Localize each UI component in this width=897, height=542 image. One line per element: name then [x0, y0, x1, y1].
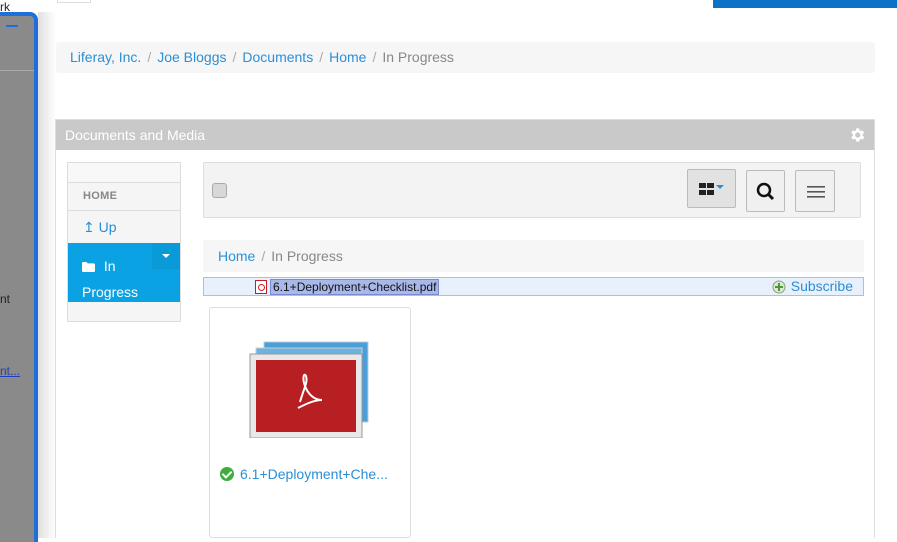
breadcrumb: Liferay, Inc. / Joe Bloggs / Documents / Home /… [56, 42, 875, 73]
nav-item-dropdown[interactable] [152, 243, 180, 269]
subscribe-icon [772, 280, 786, 293]
dragged-file[interactable]: 6.1+Deployment+Checklist.pdf [255, 279, 440, 295]
nav-item-label-line1: In [103, 258, 116, 274]
nav-up-label: Up [98, 219, 117, 235]
file-entry-card[interactable]: 6.1+Deployment+Che... [209, 307, 411, 538]
portlet-titlebar: Documents and Media [56, 120, 874, 150]
nav-item-in-progress[interactable]: In Progress [68, 243, 180, 302]
documents-media-portlet: Documents and Media HOME ↥ Up In Progres… [55, 119, 875, 538]
side-link-fragment[interactable]: nt... [0, 364, 20, 378]
folder-breadcrumb-home[interactable]: Home [218, 248, 255, 264]
display-style-button[interactable] [687, 169, 736, 208]
chevron-down-icon [162, 254, 170, 258]
search-button[interactable] [746, 170, 785, 212]
breadcrumb-current: In Progress [382, 49, 454, 65]
breadcrumb-separator: / [261, 248, 266, 264]
options-menu-button[interactable] [795, 170, 835, 212]
nav-spacer [68, 163, 180, 183]
breadcrumb-separator: / [319, 49, 324, 65]
portlet-title: Documents and Media [65, 127, 206, 143]
panel-drag-handle[interactable] [6, 19, 18, 27]
folder-icon [82, 262, 95, 272]
subscribe-label: Subscribe [790, 278, 853, 294]
menu-icon [807, 186, 825, 198]
search-icon [756, 182, 775, 201]
side-divider [0, 70, 34, 71]
breadcrumb-item-home[interactable]: Home [329, 49, 366, 65]
side-top-fragment: rk [0, 0, 10, 14]
breadcrumb-separator: / [232, 49, 237, 65]
breadcrumb-item-user[interactable]: Joe Bloggs [157, 49, 226, 65]
drop-target-bar[interactable]: 6.1+Deployment+Checklist.pdf Subscribe [203, 277, 864, 296]
nav-up-link[interactable]: ↥ Up [68, 211, 180, 243]
breadcrumb-separator: / [147, 49, 152, 65]
side-overlay-panel: nt nt... [0, 12, 38, 542]
approved-status-icon [220, 467, 234, 481]
breadcrumb-separator: / [372, 49, 377, 65]
gear-icon[interactable] [848, 126, 866, 144]
folder-breadcrumb: Home / In Progress [203, 240, 864, 272]
breadcrumb-item-documents[interactable]: Documents [242, 49, 313, 65]
grid-view-icon [699, 183, 724, 195]
file-entry-title-text: 6.1+Deployment+Che... [240, 466, 388, 482]
up-arrow-icon: ↥ [83, 219, 95, 235]
subscribe-link[interactable]: Subscribe [772, 278, 853, 295]
pdf-icon [255, 280, 267, 294]
panel-shadow [38, 12, 56, 538]
documents-toolbar [203, 162, 861, 218]
breadcrumb-item-org[interactable]: Liferay, Inc. [70, 49, 141, 65]
side-text-fragment: nt [0, 292, 11, 306]
select-all-checkbox[interactable] [212, 183, 227, 198]
top-dockbar[interactable] [713, 0, 897, 8]
nav-item-label-line2: Progress [82, 284, 139, 300]
nav-header: HOME [68, 183, 180, 211]
top-stub [57, 0, 91, 3]
pdf-thumbnail-icon [249, 341, 369, 438]
folder-breadcrumb-current: In Progress [271, 248, 343, 264]
folder-nav: HOME ↥ Up In Progress [67, 162, 181, 322]
dragged-file-name: 6.1+Deployment+Checklist.pdf [270, 279, 440, 295]
file-entry-title[interactable]: 6.1+Deployment+Che... [220, 466, 402, 482]
